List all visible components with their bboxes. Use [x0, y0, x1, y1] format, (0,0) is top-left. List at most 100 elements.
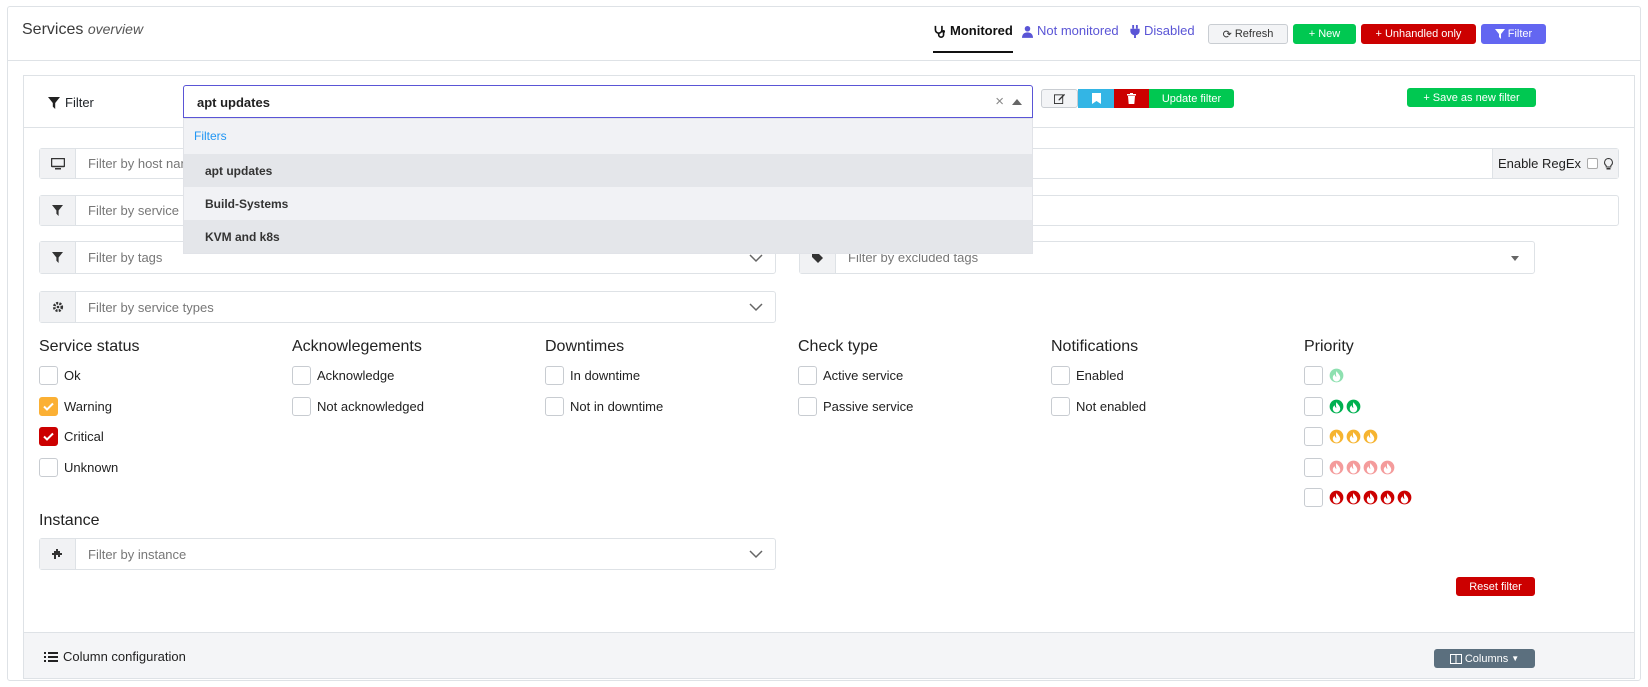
- page-frame: Services overview Monitored Not monitore…: [7, 6, 1641, 681]
- in-downtime-checkbox[interactable]: In downtime: [545, 366, 640, 385]
- filter-label: Filter: [48, 95, 94, 110]
- refresh-button[interactable]: ⟳ Refresh: [1208, 24, 1288, 44]
- checkbox-label: Not enabled: [1076, 399, 1147, 414]
- update-filter-label: Update filter: [1161, 92, 1222, 105]
- priority-5-checkbox[interactable]: [1304, 488, 1412, 507]
- checkbox-label: Not acknowledged: [317, 399, 424, 414]
- priority-1-checkbox[interactable]: [1304, 366, 1344, 385]
- priority-flames: [1329, 429, 1378, 444]
- checkbox[interactable]: [292, 366, 311, 385]
- user-md-icon: [1022, 26, 1033, 38]
- enable-regex[interactable]: Enable RegEx: [1492, 149, 1618, 178]
- caret-up-icon[interactable]: [1012, 99, 1022, 105]
- page-title-text: Services: [22, 21, 84, 38]
- chevron-down-icon[interactable]: [749, 547, 763, 561]
- checkbox[interactable]: [798, 397, 817, 416]
- checkbox[interactable]: [1304, 366, 1323, 385]
- status-warning-checkbox[interactable]: Warning: [39, 397, 112, 416]
- checkbox-checked[interactable]: [39, 397, 58, 416]
- checkbox[interactable]: [1304, 427, 1323, 446]
- columns-dropdown-button[interactable]: Columns ▼: [1434, 649, 1535, 668]
- update-filter-button[interactable]: Update filter: [1149, 89, 1234, 108]
- list-icon: [44, 651, 58, 662]
- new-button[interactable]: + New: [1293, 24, 1356, 44]
- checkbox[interactable]: [39, 458, 58, 477]
- checkbox[interactable]: [545, 397, 564, 416]
- fire-icon: [1363, 429, 1378, 444]
- dropdown-option[interactable]: apt updates: [184, 154, 1032, 187]
- fire-icon: [1363, 490, 1378, 505]
- not-in-downtime-checkbox[interactable]: Not in downtime: [545, 397, 663, 416]
- check-icon: [43, 402, 54, 411]
- fire-icon: [1329, 460, 1344, 475]
- regex-checkbox[interactable]: [1587, 158, 1599, 169]
- tab-monitored[interactable]: Monitored: [933, 23, 1013, 53]
- checkbox[interactable]: [292, 397, 311, 416]
- dropdown-option[interactable]: KVM and k8s: [184, 220, 1032, 253]
- chevron-down-icon[interactable]: [749, 300, 763, 314]
- dropdown-group-label: Filters: [194, 129, 227, 143]
- checkbox[interactable]: [1304, 488, 1323, 507]
- notifications-title: Notifications: [1051, 338, 1139, 355]
- status-ok-checkbox[interactable]: Ok: [39, 366, 81, 385]
- notifications-enabled-checkbox[interactable]: Enabled: [1051, 366, 1124, 385]
- tab-not-monitored-label: Not monitored: [1037, 23, 1119, 38]
- checkbox[interactable]: [1304, 397, 1323, 416]
- delete-filter-button[interactable]: [1114, 89, 1149, 108]
- unhandled-only-button[interactable]: + Unhandled only: [1361, 24, 1476, 44]
- notifications-not-enabled-checkbox[interactable]: Not enabled: [1051, 397, 1146, 416]
- saved-filter-select[interactable]: apt updates ×: [183, 85, 1033, 118]
- check-type-title: Check type: [798, 338, 879, 355]
- priority-flames: [1329, 460, 1395, 475]
- priority-flames: [1329, 399, 1361, 414]
- instance-input[interactable]: Filter by instance: [88, 547, 749, 562]
- page-subtitle: overview: [87, 21, 144, 37]
- downtimes-title: Downtimes: [545, 338, 625, 355]
- checkbox[interactable]: [39, 366, 58, 385]
- filter-toggle-button[interactable]: Filter: [1481, 24, 1546, 44]
- checkbox[interactable]: [1304, 458, 1323, 477]
- checkbox[interactable]: [798, 366, 817, 385]
- page-header: Services overview Monitored Not monitore…: [8, 7, 1640, 61]
- bookmark-filter-button[interactable]: [1078, 89, 1114, 108]
- stethoscope-icon: [934, 25, 946, 38]
- fire-icon: [1346, 490, 1361, 505]
- reset-filter-label: Reset filter: [1469, 580, 1522, 593]
- priority-4-checkbox[interactable]: [1304, 458, 1395, 477]
- caret-down-icon[interactable]: [1508, 251, 1522, 265]
- instance-filter[interactable]: Filter by instance: [39, 538, 776, 570]
- service-types-input[interactable]: Filter by service types: [88, 300, 749, 315]
- status-unknown-checkbox[interactable]: Unknown: [39, 458, 118, 477]
- column-config-bar: Column configuration Columns ▼: [24, 632, 1634, 678]
- not-acknowledged-checkbox[interactable]: Not acknowledged: [292, 397, 424, 416]
- columns-button-label: Columns: [1464, 652, 1509, 665]
- clear-icon[interactable]: ×: [995, 93, 1004, 110]
- tab-not-monitored[interactable]: Not monitored: [1022, 23, 1119, 53]
- checkbox-label: In downtime: [570, 368, 641, 383]
- active-service-checkbox[interactable]: Active service: [798, 366, 903, 385]
- reset-filter-button[interactable]: Reset filter: [1456, 577, 1535, 596]
- acknowledged-checkbox[interactable]: Acknowledge: [292, 366, 394, 385]
- edit-filter-button[interactable]: [1041, 89, 1078, 108]
- tab-disabled-label: Disabled: [1144, 23, 1195, 38]
- fire-icon: [1329, 399, 1344, 414]
- plus-icon: +: [1375, 28, 1382, 40]
- priority-3-checkbox[interactable]: [1304, 427, 1378, 446]
- filter-icon: [48, 96, 60, 109]
- checkbox-checked[interactable]: [39, 427, 58, 446]
- save-as-new-filter-button[interactable]: + Save as new filter: [1407, 88, 1536, 107]
- save-as-new-filter-label: Save as new filter: [1432, 91, 1520, 104]
- checkbox[interactable]: [545, 366, 564, 385]
- passive-service-checkbox[interactable]: Passive service: [798, 397, 913, 416]
- status-critical-checkbox[interactable]: Critical: [39, 427, 104, 446]
- service-types-filter[interactable]: Filter by service types: [39, 291, 776, 323]
- tab-disabled[interactable]: Disabled: [1130, 23, 1195, 53]
- dropdown-option[interactable]: Build-Systems: [184, 187, 1032, 220]
- checkbox[interactable]: [1051, 397, 1070, 416]
- checkbox-label: Passive service: [823, 399, 914, 414]
- saved-filter-dropdown: Filters apt updates Build-Systems KVM an…: [183, 118, 1033, 254]
- priority-2-checkbox[interactable]: [1304, 397, 1361, 416]
- checkbox[interactable]: [1051, 366, 1070, 385]
- checkbox-label: Enabled: [1076, 368, 1124, 383]
- caret-down-icon: ▼: [1511, 654, 1520, 663]
